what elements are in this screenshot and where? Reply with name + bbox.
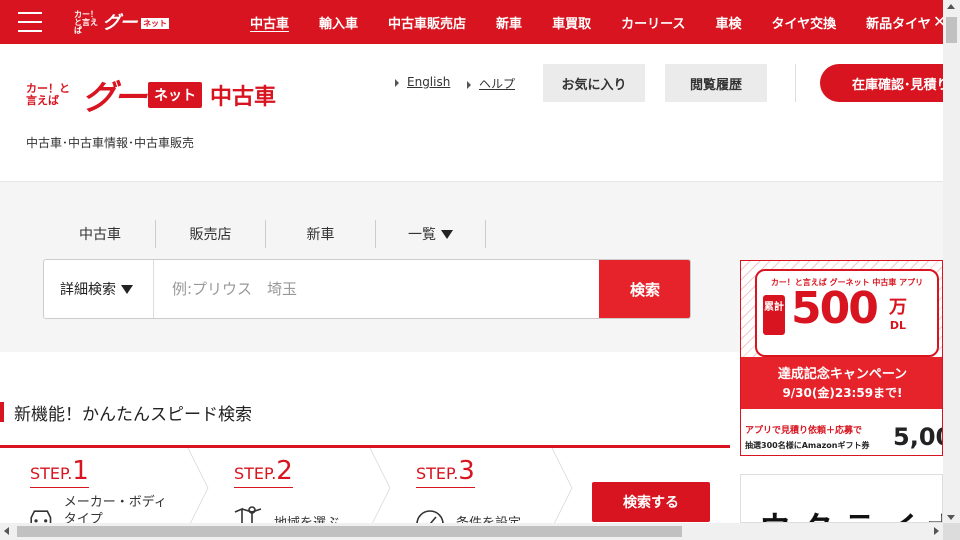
search-box: 詳細検索 検索 [43, 259, 691, 319]
step-2-number: 2 [276, 456, 293, 486]
step-3-prefix: STEP. [416, 464, 459, 483]
stock-inquiry-button[interactable]: 在庫確認･見積り [820, 64, 960, 102]
secondary-banner-text: ウクライナ [759, 503, 942, 522]
step-3-header: STEP.3 [416, 456, 475, 488]
top-nav-new-tires[interactable]: 新品タイヤ [866, 13, 931, 32]
banner-line2: 抽選300名様にAmazonギフト券 [745, 441, 870, 450]
secondary-banner[interactable]: ウクライナ [740, 474, 943, 523]
english-link-label: English [407, 75, 451, 89]
banner-bottom: アプリで見積り依頼＋応募で 抽選300名様にAmazonギフト券 5,00 [741, 409, 942, 455]
banner-amount: 5,00 [893, 423, 942, 451]
site-tagline: 中古車･中古車情報･中古車販売 [26, 136, 195, 150]
banner-campaign-title: 達成記念キャンペーン [777, 367, 908, 382]
top-logo-tagline: カー！と言えば [74, 10, 98, 35]
site-logo-tagline: カー！と言えば [26, 81, 70, 107]
top-nav-car-buying[interactable]: 車買取 [552, 13, 591, 32]
site-logo[interactable]: カー！と言えば グー ネット 中古車 [26, 70, 276, 119]
top-nav-new-cars[interactable]: 新車 [496, 13, 522, 32]
top-nav-dealers[interactable]: 中古車販売店 [388, 13, 466, 32]
site-logo-category: 中古車 [210, 84, 277, 110]
tab-dealers[interactable]: 販売店 [156, 220, 266, 248]
vertical-scroll-thumb[interactable] [946, 17, 957, 43]
step-1-prefix: STEP. [30, 464, 73, 483]
top-nav-tire-change[interactable]: タイヤ交換 [771, 13, 836, 32]
english-link[interactable]: English [395, 75, 450, 89]
banner-count: 500 [791, 283, 879, 334]
detail-search-label: 詳細検索 [60, 282, 116, 298]
top-navigation-bar: カー！と言えば グー ネット 中古車 輸入車 中古車販売店 新車 車買取 カーリ… [0, 0, 946, 44]
top-nav-used-cars[interactable]: 中古車 [250, 13, 289, 32]
speed-search-button[interactable]: 検索する [592, 482, 710, 522]
caret-right-icon [467, 80, 471, 89]
horizontal-scrollbar[interactable] [0, 523, 943, 540]
detail-search-dropdown[interactable]: 詳細検索 [44, 260, 154, 318]
banner-campaign-strip: 達成記念キャンペーン 9/30(金)23:59まで! [741, 357, 942, 409]
banner-unit-main: 万 [889, 297, 907, 318]
speed-search-title: 新機能！かんたんスピード検索 [14, 404, 252, 425]
scroll-left-icon[interactable] [4, 527, 9, 535]
step-2-label: STEP.2 [234, 456, 293, 488]
history-button[interactable]: 閲覧履歴 [665, 64, 767, 102]
triangle-down-icon [121, 284, 133, 294]
triangle-down-icon [441, 229, 453, 239]
favorites-button[interactable]: お気に入り [543, 64, 645, 102]
banner-unit-sub: DL [889, 319, 907, 332]
step-3-number: 3 [458, 456, 475, 486]
step-2-header: STEP.2 [234, 456, 293, 488]
scrollbar-corner [943, 523, 960, 540]
hamburger-menu-icon[interactable] [18, 12, 42, 32]
top-nav: 中古車 輸入車 中古車販売店 新車 車買取 カーリース 車検 タイヤ交換 新品タ… [250, 0, 960, 44]
top-logo[interactable]: カー！と言えば グー ネット [74, 10, 170, 35]
step-2-prefix: STEP. [234, 464, 277, 483]
horizontal-scroll-thumb[interactable] [17, 526, 682, 537]
vertical-scrollbar[interactable] [943, 0, 960, 540]
app-campaign-banner[interactable]: カー！と言えば グーネット 中古車 アプリ 累計 500 万 DL 達成記念キャ… [740, 260, 943, 456]
step-1-label: STEP.1 [30, 456, 89, 488]
heading-accent-bar [0, 402, 4, 422]
banner-line1: アプリで見積り依頼＋応募で [745, 426, 863, 436]
scroll-right-icon[interactable] [934, 527, 939, 535]
scroll-up-icon[interactable] [947, 4, 955, 9]
header-divider [795, 64, 796, 102]
step-separator-chevron [187, 448, 209, 528]
help-link-label: ヘルプ [479, 77, 516, 91]
search-input[interactable] [156, 260, 596, 318]
tab-list-label: 一覧 [408, 227, 436, 243]
top-logo-net: ネット [141, 17, 170, 29]
scroll-down-icon[interactable] [947, 515, 955, 520]
caret-right-icon [395, 78, 399, 87]
step-1-header: STEP.1 [30, 456, 89, 488]
site-logo-net: ネット [148, 81, 202, 108]
step-1-number: 1 [72, 456, 89, 486]
top-nav-car-lease[interactable]: カーリース [621, 13, 685, 32]
top-logo-text: グー [102, 12, 138, 34]
site-logo-text: グー [82, 78, 147, 118]
banner-total-label: 累計 [763, 295, 785, 335]
step-3-label: STEP.3 [416, 456, 475, 488]
tab-new-cars[interactable]: 新車 [266, 220, 376, 248]
search-button[interactable]: 検索 [599, 260, 690, 318]
tab-list[interactable]: 一覧 [376, 220, 486, 248]
top-nav-imported-cars[interactable]: 輸入車 [319, 13, 358, 32]
top-nav-inspection[interactable]: 車検 [715, 13, 741, 32]
banner-deadline: 9/30(金)23:59まで! [782, 386, 903, 400]
banner-unit: 万 DL [889, 299, 907, 335]
help-link[interactable]: ヘルプ [467, 75, 515, 92]
speed-search-divider [0, 445, 730, 448]
speed-search-heading: 新機能！かんたんスピード検索 [0, 402, 252, 425]
tab-used-cars[interactable]: 中古車 [45, 220, 156, 248]
